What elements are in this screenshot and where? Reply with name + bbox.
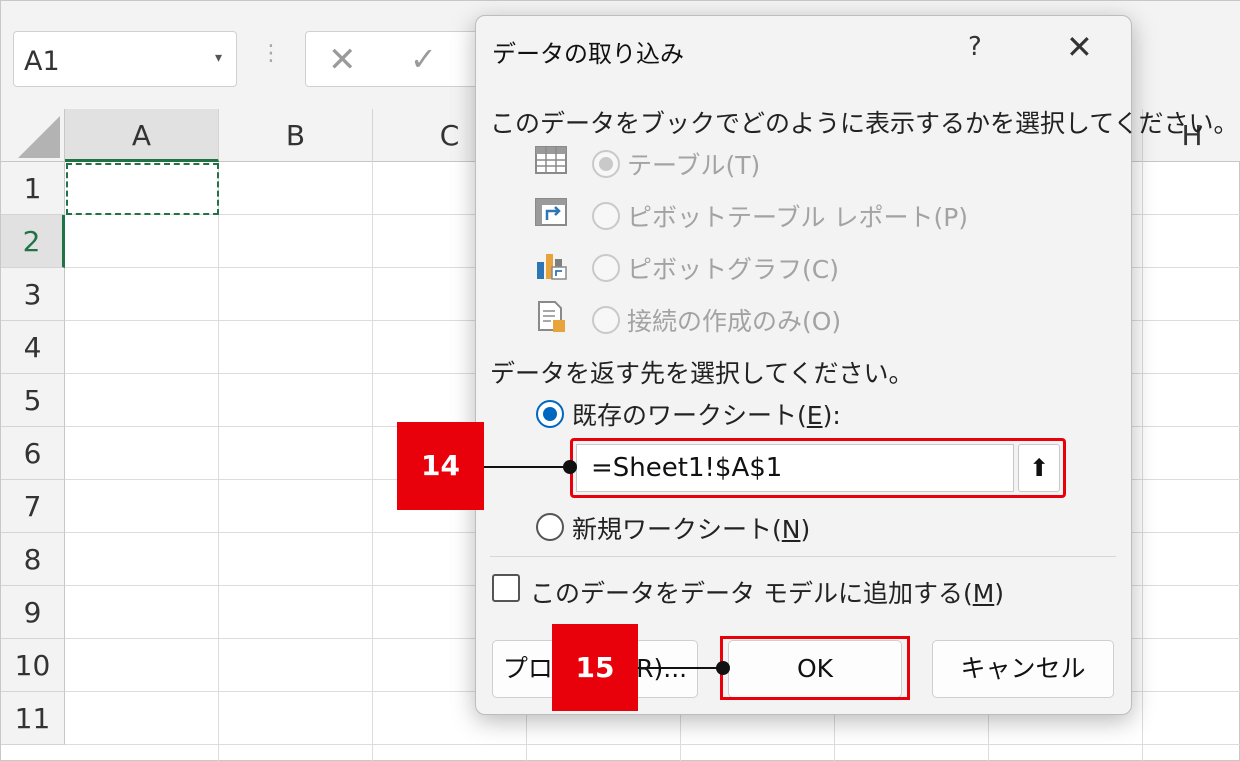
- option-pivot-chart-label: ピボットグラフ(C): [627, 255, 839, 284]
- option-pivot-table[interactable]: ピボットテーブル レポート(P): [534, 196, 968, 236]
- row-header-11[interactable]: 11: [1, 692, 65, 745]
- name-box[interactable]: A1 ▾: [13, 31, 237, 87]
- grip-icon: ⋮: [260, 41, 282, 66]
- radio-pivot-chart[interactable]: [592, 254, 620, 282]
- radio-table[interactable]: [592, 150, 620, 178]
- callout-14-badge: 14: [397, 422, 484, 510]
- option-table-label: テーブル(T): [627, 151, 761, 180]
- column-header-a[interactable]: A: [65, 109, 219, 162]
- connection-only-icon: [538, 301, 565, 332]
- callout-15-dot: [716, 661, 730, 675]
- row-header-8[interactable]: 8: [1, 533, 65, 586]
- arrow-up-icon: ⬆: [1028, 454, 1050, 482]
- name-box-value: A1: [24, 46, 60, 77]
- table-icon: [535, 146, 567, 174]
- pivot-table-icon: [535, 198, 567, 226]
- radio-existing-worksheet[interactable]: [536, 400, 564, 428]
- cancel-icon[interactable]: ✕: [328, 40, 357, 80]
- data-model-label: このデータをデータ モデルに追加する(M): [530, 579, 1005, 608]
- option-pivot-table-label: ピボットテーブル レポート(P): [627, 203, 969, 232]
- enter-icon[interactable]: ✓: [410, 40, 437, 78]
- option-pivot-chart[interactable]: ピボットグラフ(C): [534, 248, 914, 288]
- new-worksheet-label: 新規ワークシート(N): [572, 515, 811, 544]
- display-question: このデータをブックでどのように表示するかを選択してください。: [490, 109, 1239, 138]
- dialog-title: データの取り込み: [492, 40, 684, 68]
- select-all-icon: [18, 116, 60, 158]
- chevron-down-icon[interactable]: ▾: [215, 50, 222, 66]
- select-all-button[interactable]: [1, 109, 65, 162]
- callout-15-leader: [638, 667, 724, 669]
- radio-pivot-table[interactable]: [592, 202, 620, 230]
- pivot-chart-icon: [537, 254, 567, 280]
- row-header-3[interactable]: 3: [1, 268, 65, 321]
- row-header-2[interactable]: 2: [1, 215, 65, 268]
- data-model-checkbox[interactable]: [492, 574, 520, 602]
- row-header-7[interactable]: 7: [1, 480, 65, 533]
- callout-15-badge: 15: [552, 624, 638, 711]
- callout-14-dot: [563, 460, 577, 474]
- row-header-4[interactable]: 4: [1, 321, 65, 374]
- help-button[interactable]: ?: [968, 32, 982, 62]
- import-data-dialog: データの取り込み ? ✕ このデータをブックでどのように表示するかを選択してくだ…: [475, 15, 1239, 715]
- radio-new-worksheet[interactable]: [536, 513, 564, 541]
- ok-button-highlight: [720, 636, 910, 700]
- callout-14-leader: [484, 466, 570, 468]
- row-header-10[interactable]: 10: [1, 639, 65, 692]
- formula-controls: ✕ ✓: [305, 31, 485, 87]
- option-connection-only-label: 接続の作成のみ(O): [627, 307, 842, 336]
- collapse-dialog-button[interactable]: ⬆: [1018, 444, 1060, 492]
- option-connection-only[interactable]: 接続の作成のみ(O): [534, 300, 914, 340]
- reference-input[interactable]: =Sheet1!$A$1: [576, 444, 1014, 492]
- radio-connection-only[interactable]: [592, 306, 620, 334]
- row-header-1[interactable]: 1: [1, 162, 65, 215]
- destination-question: データを返す先を選択してください。: [490, 359, 914, 388]
- row-header-5[interactable]: 5: [1, 374, 65, 427]
- reference-input-highlight: =Sheet1!$A$1 ⬆: [570, 438, 1066, 498]
- dialog-divider: [490, 556, 1116, 557]
- column-header-b[interactable]: B: [219, 109, 373, 162]
- row-header-9[interactable]: 9: [1, 586, 65, 639]
- option-table[interactable]: テーブル(T): [534, 144, 914, 184]
- existing-worksheet-label: 既存のワークシート(E):: [572, 401, 841, 430]
- active-cell-a1[interactable]: [66, 163, 219, 215]
- cancel-button[interactable]: キャンセル: [932, 640, 1114, 698]
- row-header-6[interactable]: 6: [1, 427, 65, 480]
- close-button[interactable]: ✕: [1066, 28, 1093, 66]
